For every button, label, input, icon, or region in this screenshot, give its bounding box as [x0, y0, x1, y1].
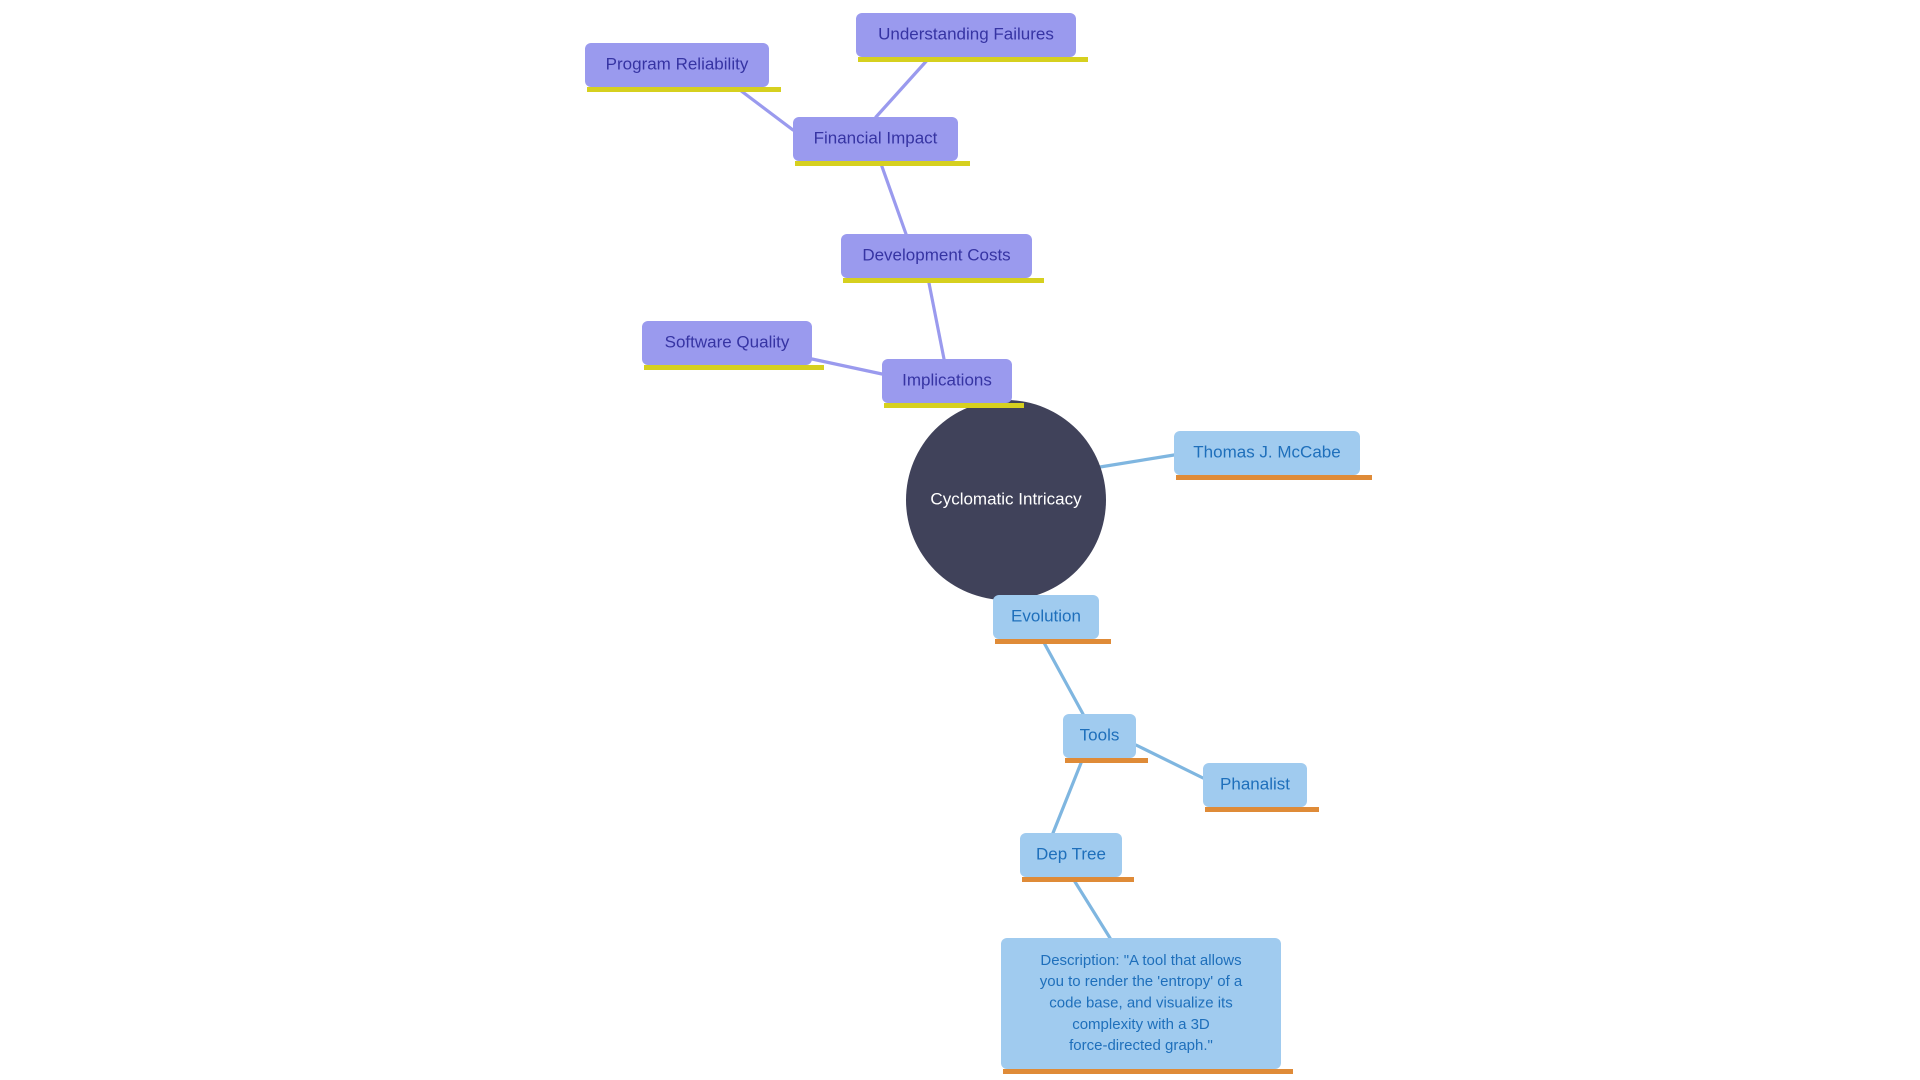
node-label-development-costs: Development Costs [862, 245, 1010, 264]
node-accent-underline-tools [1065, 758, 1148, 763]
node-accent-underline-program-reliability [587, 87, 781, 92]
node-accent-underline-phanalist [1205, 807, 1319, 812]
node-phanalist[interactable]: Phanalist [1203, 763, 1319, 812]
node-description[interactable]: Description: "A tool that allows you to r… [1001, 938, 1293, 1074]
node-accent-underline-dep-tree [1022, 877, 1134, 882]
node-label-implications: Implications [902, 370, 992, 389]
nodes-layer: Cyclomatic Intricacy Implications Software… [585, 13, 1372, 1074]
node-label-financial-impact: Financial Impact [814, 128, 938, 147]
root-node-root[interactable]: Cyclomatic Intricacy [906, 400, 1106, 600]
edge-evolution-tools [1040, 637, 1085, 716]
edge-financial-impact-program-reliability [734, 85, 795, 132]
node-label-software-quality: Software Quality [665, 332, 790, 351]
node-label-description: Description: "A tool that allows you to r… [1040, 952, 1243, 1054]
mindmap-canvas: Cyclomatic Intricacy Implications Software… [0, 0, 1920, 1080]
node-thomas-j-mccabe[interactable]: Thomas J. McCabe [1174, 431, 1372, 480]
edge-dep-tree-description [1070, 875, 1112, 940]
edge-tools-dep-tree [1051, 756, 1085, 835]
node-accent-underline-development-costs [843, 278, 1044, 283]
node-label-phanalist: Phanalist [1220, 774, 1290, 793]
node-evolution[interactable]: Evolution [993, 595, 1111, 644]
edge-root-thomas [1098, 453, 1176, 469]
node-dep-tree[interactable]: Dep Tree [1020, 833, 1134, 882]
edge-financial-impact-understanding-failures [874, 55, 932, 119]
node-accent-underline-thomas-j-mccabe [1176, 475, 1372, 480]
node-financial-impact[interactable]: Financial Impact [793, 117, 970, 166]
node-accent-underline-description [1003, 1069, 1293, 1074]
edge-development-costs-financial-impact [878, 159, 908, 236]
node-accent-underline-evolution [995, 639, 1111, 644]
node-label-evolution: Evolution [1011, 606, 1081, 625]
node-label-dep-tree: Dep Tree [1036, 844, 1106, 863]
node-label-program-reliability: Program Reliability [606, 54, 749, 73]
node-software-quality[interactable]: Software Quality [642, 321, 824, 370]
edge-implications-development-costs [926, 276, 946, 361]
mindmap-svg: Cyclomatic Intricacy Implications Software… [585, 13, 1372, 1074]
node-program-reliability[interactable]: Program Reliability [585, 43, 781, 92]
node-accent-underline-implications [884, 403, 1024, 408]
node-label-understanding-failures: Understanding Failures [878, 24, 1054, 43]
root-node-label: Cyclomatic Intricacy [930, 489, 1082, 508]
node-accent-underline-understanding-failures [858, 57, 1088, 62]
node-understanding-failures[interactable]: Understanding Failures [856, 13, 1088, 62]
node-accent-underline-software-quality [644, 365, 824, 370]
node-development-costs[interactable]: Development Costs [841, 234, 1044, 283]
node-accent-underline-financial-impact [795, 161, 970, 166]
node-implications[interactable]: Implications [882, 359, 1024, 408]
node-label-tools: Tools [1080, 725, 1120, 744]
node-tools[interactable]: Tools [1063, 714, 1148, 763]
node-label-thomas-j-mccabe: Thomas J. McCabe [1193, 442, 1340, 461]
